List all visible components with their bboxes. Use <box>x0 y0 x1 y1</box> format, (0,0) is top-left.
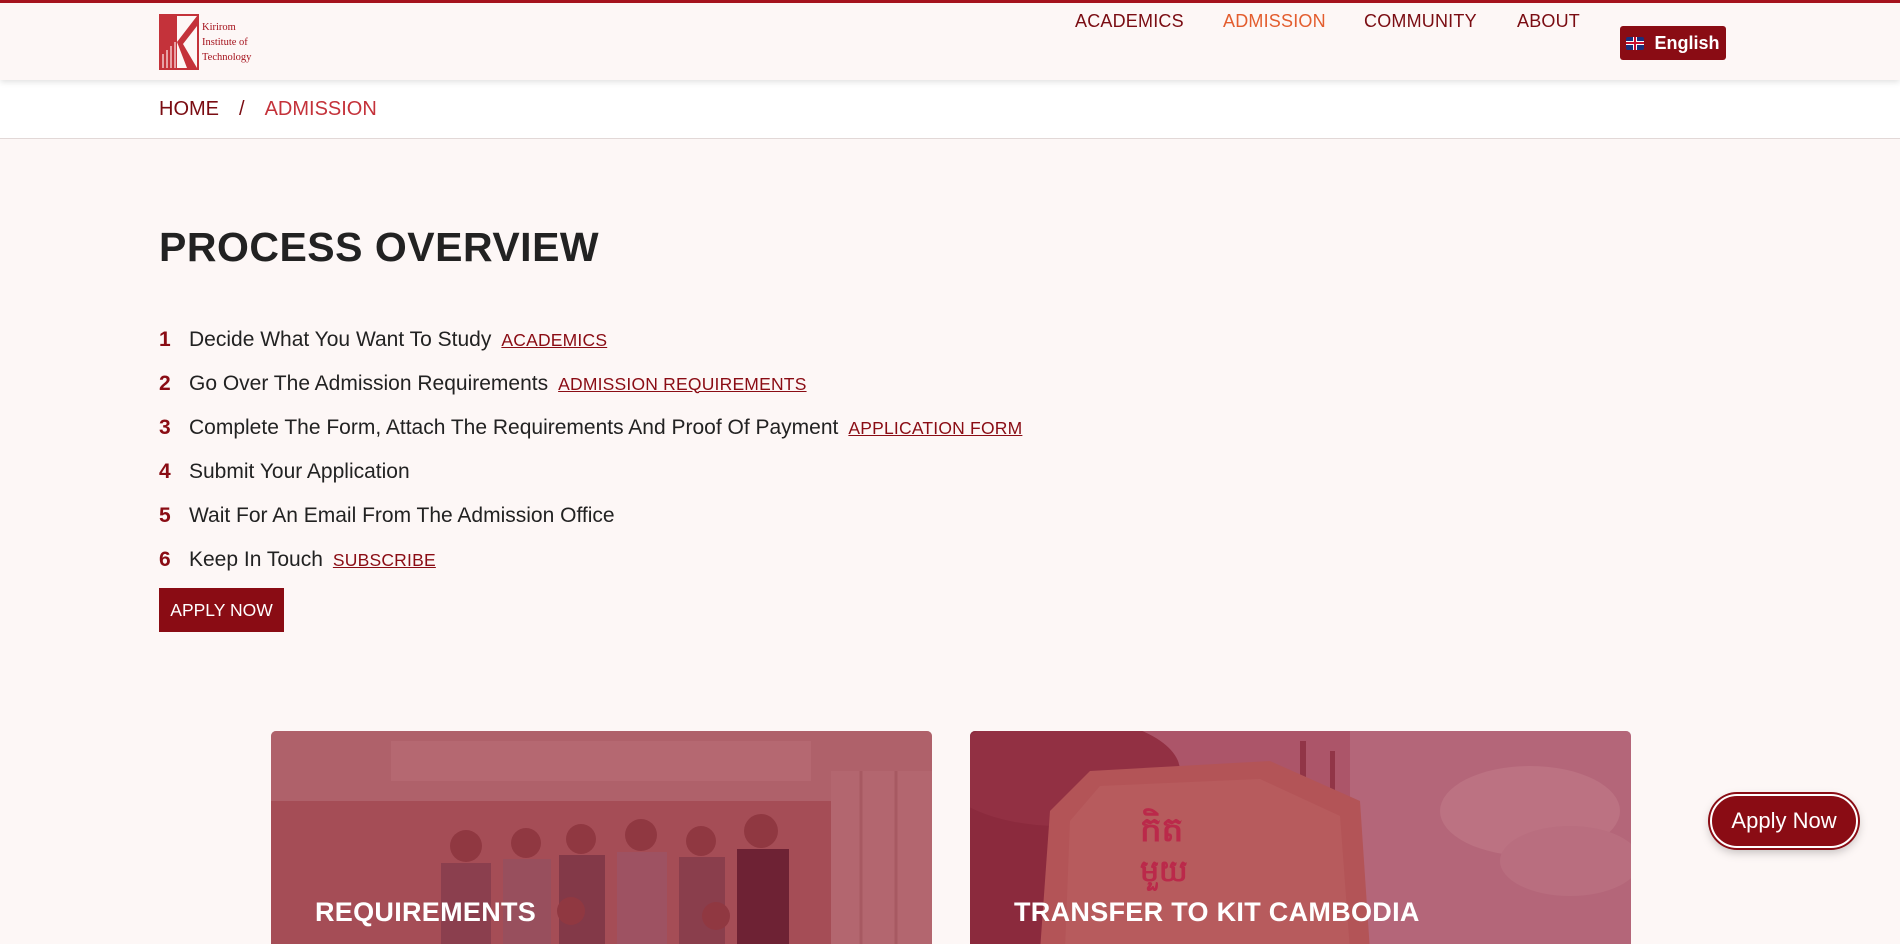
admission-requirements-link[interactable]: ADMISSION REQUIREMENTS <box>558 374 806 395</box>
application-form-link[interactable]: APPLICATION FORM <box>848 418 1022 439</box>
nav-community[interactable]: COMMUNITY <box>1364 11 1477 32</box>
list-item: 4 Submit Your Application <box>159 450 1022 494</box>
apply-now-button[interactable]: APPLY NOW <box>159 588 284 632</box>
logo-text: Kirirom Institute of Technology <box>202 20 251 65</box>
kit-logo-mark-icon <box>159 14 199 70</box>
breadcrumb-separator: / <box>239 98 245 120</box>
logo-line: Institute of <box>202 36 248 48</box>
step-text: Decide What You Want To Study <box>189 328 492 351</box>
step-number: 1 <box>159 328 171 351</box>
list-item: 5 Wait For An Email From The Admission O… <box>159 494 1022 538</box>
page-title: PROCESS OVERVIEW <box>159 224 600 270</box>
step-number: 6 <box>159 548 171 571</box>
list-item: 1 Decide What You Want To Study ACADEMIC… <box>159 318 1022 362</box>
academics-link[interactable]: ACADEMICS <box>501 330 607 351</box>
breadcrumb-bar: HOME / ADMISSION <box>0 80 1900 139</box>
list-item: 2 Go Over The Admission Requirements ADM… <box>159 362 1022 406</box>
transfer-card[interactable]: កិត មួយ TRANSFER TO KIT CAMBODIA <box>970 731 1631 944</box>
step-text: Wait For An Email From The Admission Off… <box>189 504 615 527</box>
step-text: Submit Your Application <box>189 460 410 483</box>
uk-flag-icon <box>1626 36 1645 50</box>
nav-academics[interactable]: ACADEMICS <box>1075 11 1184 32</box>
logo-line: Technology <box>202 51 252 63</box>
step-number: 4 <box>159 460 171 483</box>
list-item: 6 Keep In Touch SUBSCRIBE <box>159 538 1022 582</box>
step-number: 5 <box>159 504 171 527</box>
language-label: English <box>1654 32 1720 53</box>
step-number: 3 <box>159 416 171 439</box>
breadcrumb: HOME / ADMISSION <box>159 98 377 121</box>
subscribe-link[interactable]: SUBSCRIBE <box>333 550 436 571</box>
kit-logo[interactable]: Kirirom Institute of Technology <box>159 13 259 71</box>
breadcrumb-home[interactable]: HOME <box>159 98 219 121</box>
requirements-card[interactable]: REQUIREMENTS <box>271 731 932 944</box>
process-steps-list: 1 Decide What You Want To Study ACADEMIC… <box>159 318 1022 582</box>
card-title: REQUIREMENTS <box>315 897 537 927</box>
nav-about[interactable]: ABOUT <box>1517 11 1580 32</box>
floating-apply-now-button[interactable]: Apply Now <box>1710 794 1858 848</box>
top-navigation-bar: Kirirom Institute of Technology ACADEMIC… <box>0 0 1900 80</box>
step-number: 2 <box>159 372 171 395</box>
step-text: Go Over The Admission Requirements <box>189 372 549 395</box>
logo-line: Kirirom <box>202 21 236 33</box>
step-text: Complete The Form, Attach The Requiremen… <box>189 416 839 439</box>
nav-admission[interactable]: ADMISSION <box>1223 11 1326 32</box>
step-text: Keep In Touch <box>189 548 323 571</box>
list-item: 3 Complete The Form, Attach The Requirem… <box>159 406 1022 450</box>
language-button[interactable]: English <box>1620 26 1726 60</box>
breadcrumb-current: ADMISSION <box>264 98 377 120</box>
card-title: TRANSFER TO KIT CAMBODIA <box>1014 897 1420 927</box>
